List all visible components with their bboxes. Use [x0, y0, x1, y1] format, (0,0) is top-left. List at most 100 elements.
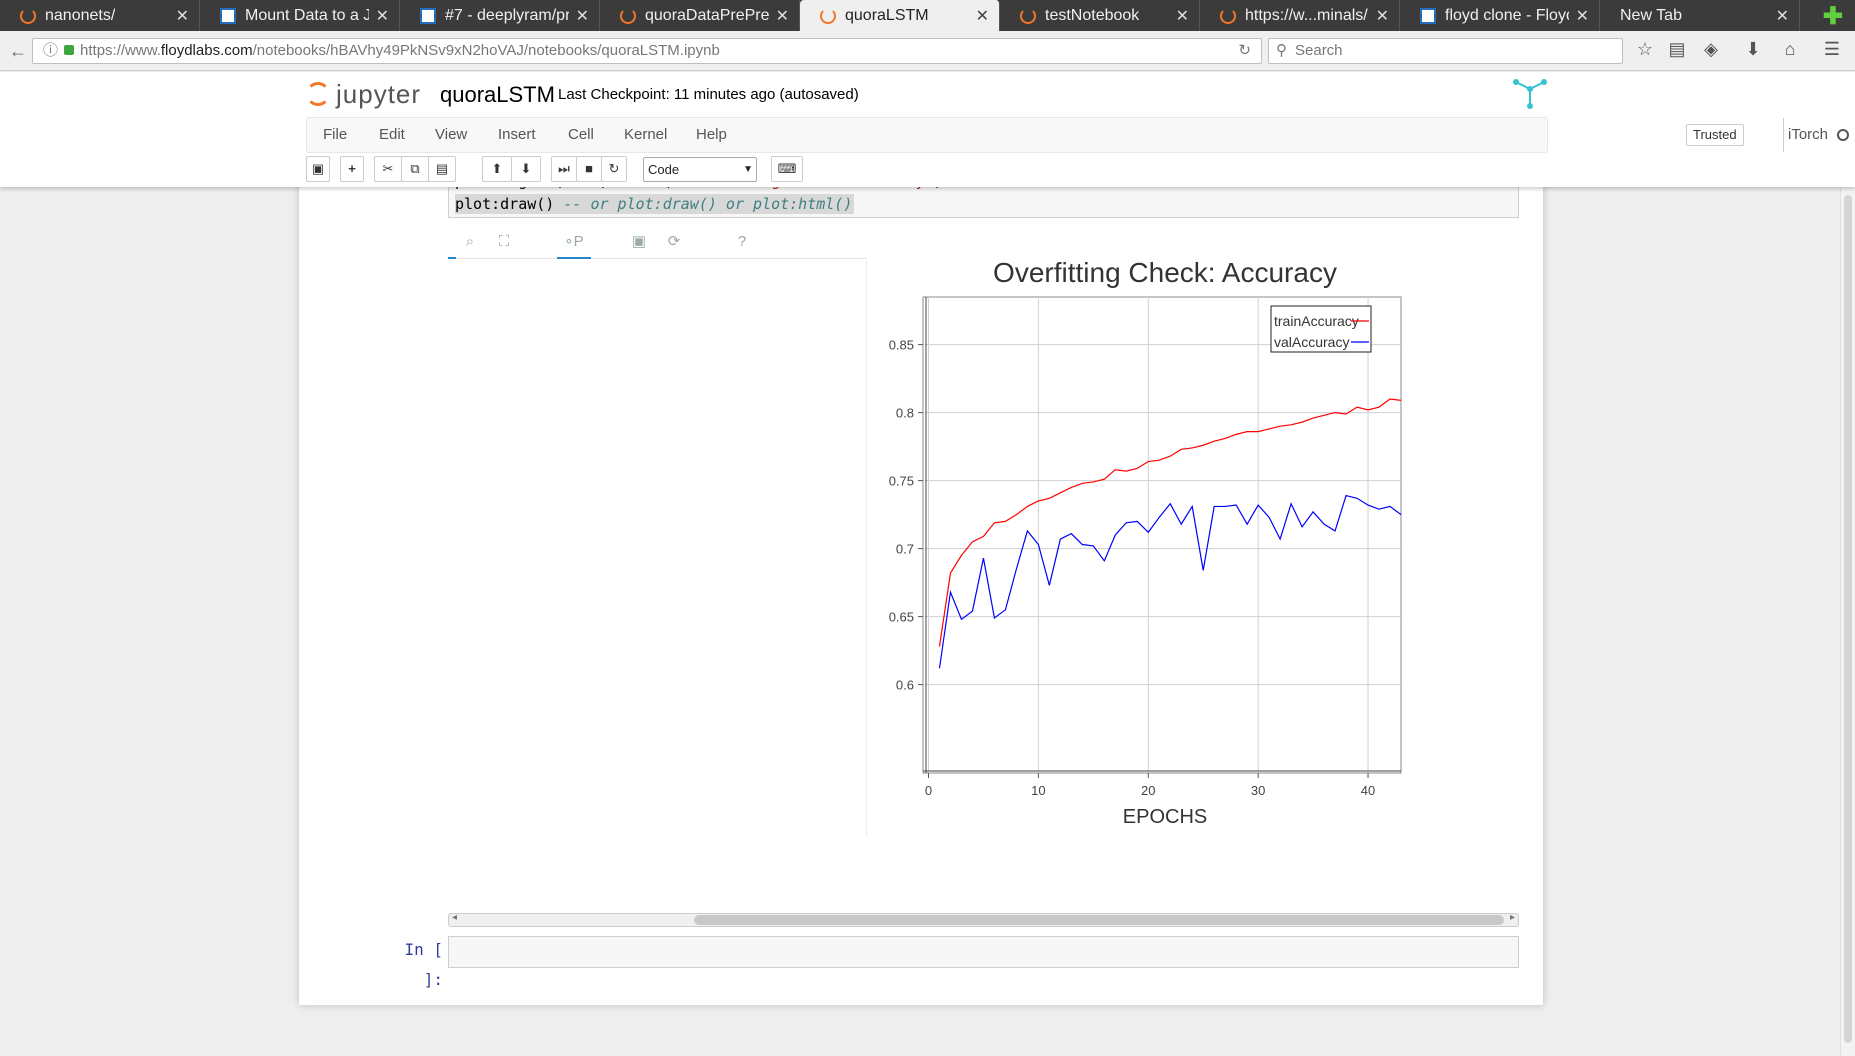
restart-kernel-icon[interactable]: ↻: [601, 156, 627, 182]
plot-toolbar: ⌕ ⛶ ∘P ▣ ⟳ ?: [448, 225, 867, 259]
legend-label: valAccuracy: [1274, 334, 1349, 350]
y-tick-label: 0.7: [896, 542, 914, 557]
browser-tab[interactable]: nanonets/ ✕: [0, 0, 200, 31]
y-tick-label: 0.8: [896, 406, 914, 421]
document-icon: [1420, 7, 1436, 24]
reset-plot-icon[interactable]: ⟳: [663, 231, 685, 253]
kernel-status-indicator-icon: [1837, 129, 1849, 141]
close-icon[interactable]: ✕: [576, 6, 589, 26]
cut-icon[interactable]: ✂: [374, 156, 402, 182]
close-icon[interactable]: ✕: [776, 6, 789, 26]
page-scrollbar-thumb[interactable]: [1844, 195, 1852, 1043]
url-scheme: https://www.: [80, 42, 161, 59]
jupyter-logo-text: jupyter: [336, 78, 422, 109]
help-icon[interactable]: ?: [731, 231, 753, 253]
tab-title: nanonets/: [45, 6, 116, 24]
hover-tool-icon[interactable]: ∘P: [563, 231, 585, 253]
close-icon[interactable]: ✕: [976, 6, 989, 26]
zoom-icon[interactable]: ⌕: [459, 231, 481, 253]
copy-icon[interactable]: ⧉: [401, 156, 429, 182]
close-icon[interactable]: ✕: [1576, 6, 1589, 26]
browser-tab[interactable]: #7 - deeplyram/pr... ✕: [400, 0, 600, 31]
menu-view[interactable]: View: [435, 118, 467, 152]
jupyter-icon: [1220, 7, 1236, 24]
tab-title: Mount Data to a J...: [245, 6, 369, 24]
scroll-right-arrow-icon[interactable]: ▸: [1510, 912, 1515, 923]
checkpoint-status: Last Checkpoint: 11 minutes ago (autosav…: [558, 86, 859, 103]
accuracy-line-chart[interactable]: 0 10 20 30 40 0.6 0.65 0.7 0.75 0.8 0.85 Overfittin…: [868, 225, 1519, 837]
x-tick-label: 0: [925, 783, 932, 798]
tab-title: quoraLSTM: [845, 6, 929, 24]
tabs-container: nanonets/✕Mount Data to a J...✕#7 - deep…: [0, 0, 1800, 31]
move-up-arrow-icon[interactable]: ⬆: [482, 156, 512, 182]
close-icon[interactable]: ✕: [176, 6, 189, 26]
insert-cell-plus-icon[interactable]: +: [340, 156, 364, 182]
tab-title: https://w...minals/1: [1245, 6, 1369, 24]
menu-kernel[interactable]: Kernel: [624, 118, 667, 152]
browser-tab[interactable]: quoraDataPrePre... ✕: [600, 0, 800, 31]
cell-output-area: ⌕ ⛶ ∘P ▣ ⟳ ? 0 10 20 30 40 0.6 0.65 0.7 0.75 0.8 0…: [448, 225, 1519, 837]
page-vertical-scrollbar[interactable]: [1840, 187, 1855, 1056]
menu-cell[interactable]: Cell: [568, 118, 594, 152]
x-tick-label: 20: [1141, 783, 1155, 798]
pocket-icon[interactable]: ◈: [1699, 39, 1723, 60]
jupyter-menubar: File Edit View Insert Cell Kernel Help T…: [306, 117, 1849, 153]
y-tick-label: 0.85: [889, 338, 914, 353]
browser-tab[interactable]: https://w...minals/1 ✕: [1200, 0, 1400, 31]
notebook-name[interactable]: quoraLSTM: [440, 82, 555, 108]
box-zoom-icon[interactable]: ⛶: [493, 231, 515, 253]
jupyter-icon: [820, 7, 836, 24]
empty-code-cell-input[interactable]: [448, 936, 1519, 968]
menu-insert[interactable]: Insert: [498, 118, 536, 152]
browser-tab[interactable]: Mount Data to a J... ✕: [200, 0, 400, 31]
save-plot-icon[interactable]: ▣: [628, 231, 650, 253]
reading-list-icon[interactable]: ▤: [1665, 39, 1689, 60]
back-arrow-icon[interactable]: ←: [6, 39, 30, 63]
scroll-left-arrow-icon[interactable]: ◂: [452, 912, 457, 923]
menu-edit[interactable]: Edit: [379, 118, 405, 152]
close-icon[interactable]: ✕: [1776, 6, 1789, 26]
close-icon[interactable]: ✕: [376, 6, 389, 26]
url-bar[interactable]: ⓘ https://www.floydlabs.com/notebooks/hBA…: [32, 38, 1262, 64]
browser-tab-strip: nanonets/✕Mount Data to a J...✕#7 - deep…: [0, 0, 1855, 31]
browser-search-input[interactable]: ⚲ Search: [1268, 38, 1623, 64]
browser-navigation-bar: ← ⓘ https://www.floydlabs.com/notebooks/h…: [0, 31, 1855, 71]
paste-icon[interactable]: ▤: [428, 156, 456, 182]
jupyter-icon: [1020, 7, 1036, 24]
save-icon[interactable]: ▣: [306, 156, 330, 182]
browser-tab[interactable]: quoraLSTM ✕: [800, 0, 1000, 31]
jupyter-logo[interactable]: jupyter: [306, 78, 421, 110]
input-prompt: In [ ]:: [404, 940, 443, 989]
scrollbar-thumb[interactable]: [694, 915, 1504, 925]
reload-icon[interactable]: ↻: [1238, 39, 1251, 63]
browser-tab[interactable]: floyd clone - Floyd... ✕: [1400, 0, 1600, 31]
new-tab-plus-icon[interactable]: ✚: [1823, 2, 1843, 31]
hamburger-menu-icon[interactable]: ☰: [1820, 39, 1844, 60]
y-tick-label: 0.75: [889, 474, 914, 489]
home-icon[interactable]: ⌂: [1778, 39, 1802, 60]
output-horizontal-scrollbar[interactable]: ◂ ▸: [448, 912, 1519, 927]
document-icon: [420, 7, 436, 24]
search-placeholder: Search: [1295, 42, 1343, 59]
close-icon[interactable]: ✕: [1176, 6, 1189, 26]
browser-tab[interactable]: testNotebook ✕: [1000, 0, 1200, 31]
command-palette-keyboard-icon[interactable]: ⌨: [771, 156, 803, 182]
interrupt-stop-icon[interactable]: ■: [576, 156, 602, 182]
jupyter-logo-icon: [306, 82, 330, 106]
lock-icon: [64, 45, 75, 55]
cell-type-select[interactable]: Code ▼: [643, 157, 757, 182]
document-icon: [220, 7, 236, 24]
menu-file[interactable]: File: [323, 118, 347, 152]
chevron-down-icon: ▼: [743, 164, 753, 175]
bookmark-star-icon[interactable]: ☆: [1633, 39, 1657, 60]
close-icon[interactable]: ✕: [1376, 6, 1389, 26]
code-text: plot:draw(): [455, 195, 555, 213]
menu-help[interactable]: Help: [696, 118, 727, 152]
run-cell-icon[interactable]: ⏭: [551, 156, 577, 182]
browser-tab[interactable]: New Tab ✕: [1600, 0, 1800, 31]
info-icon[interactable]: ⓘ: [43, 42, 58, 59]
jupyter-icon: [20, 7, 36, 24]
move-down-arrow-icon[interactable]: ⬇: [511, 156, 541, 182]
downloads-icon[interactable]: ⬇: [1741, 39, 1765, 60]
trusted-badge[interactable]: Trusted: [1686, 124, 1744, 146]
